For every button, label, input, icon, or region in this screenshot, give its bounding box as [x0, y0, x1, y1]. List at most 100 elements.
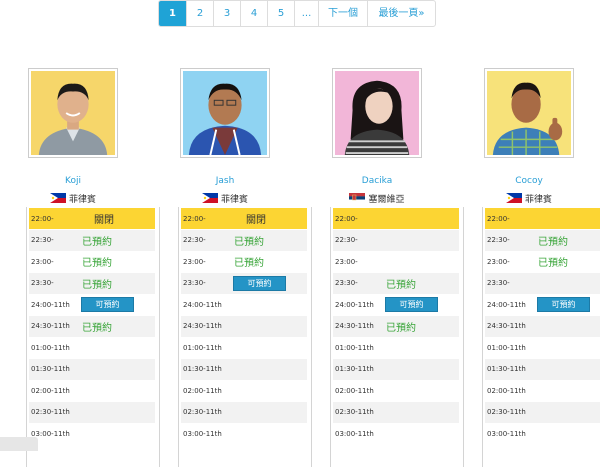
schedule-table: 22:00- 22:30- 23:00- 23:30- 已預約 24:00-11th 可預約… — [330, 207, 464, 467]
slot-time: 24:30-11th — [183, 322, 222, 330]
slot-time: 01:00-11th — [487, 343, 526, 352]
schedule-row: 23:30- 已預約 — [333, 272, 459, 294]
booked-status: 已預約 — [82, 236, 112, 248]
teacher-country: 塞爾維亞 — [330, 192, 424, 205]
page-4-button[interactable]: 4 — [240, 1, 267, 26]
booked-status: 已預約 — [82, 258, 112, 269]
schedule-row: 01:00-11th — [333, 337, 459, 358]
slot-time: 23:30- — [31, 279, 54, 287]
slot-time: 02:00-11th — [183, 386, 222, 395]
schedule-row: 24:30-11th — [485, 315, 600, 337]
booked-status: 已預約 — [82, 322, 112, 334]
slot-time: 23:30- — [183, 279, 206, 287]
teacher-photo-frame[interactable] — [484, 68, 574, 158]
slot-time: 23:00- — [335, 257, 358, 266]
schedule-row: 24:30-11th 已預約 — [29, 315, 155, 337]
schedule-table: 22:00- 22:30- 已預約 23:00- 已預約 23:30- 24:00-11th… — [482, 207, 600, 467]
slot-time: 02:00-11th — [487, 386, 526, 395]
slot-time: 22:30- — [487, 236, 510, 244]
schedule-row: 02:30-11th — [29, 401, 155, 423]
slot-time: 03:00-11th — [487, 429, 526, 438]
teacher-avatar[interactable] — [335, 71, 419, 155]
closed-status: 關閉 — [94, 215, 114, 226]
schedule-row: 23:30- — [485, 272, 600, 294]
teacher-avatar[interactable] — [487, 71, 571, 155]
schedule-row: 02:00-11th — [181, 380, 307, 401]
teacher-name[interactable]: Koji — [26, 176, 120, 186]
schedule-row: 02:00-11th — [485, 380, 600, 401]
slot-time: 24:00-11th — [487, 300, 526, 309]
last-page-button[interactable]: 最後一頁» — [367, 1, 435, 26]
schedule-row: 02:30-11th — [485, 401, 600, 423]
slot-time: 22:30- — [335, 236, 358, 244]
slot-time: 24:30-11th — [487, 322, 526, 330]
schedule-row: 22:30- 已預約 — [29, 229, 155, 251]
slot-time: 24:00-11th — [335, 300, 374, 309]
teacher-avatar[interactable] — [183, 71, 267, 155]
schedule-row: 03:00-11th — [485, 423, 600, 444]
schedule-row: 23:00- — [333, 251, 459, 272]
booked-status: 已預約 — [234, 236, 264, 248]
slot-time: 24:30-11th — [31, 322, 70, 330]
horizontal-scrollbar[interactable] — [0, 437, 38, 451]
schedule-row: 22:00- 關閉 — [29, 208, 155, 229]
page-1-button[interactable]: 1 — [159, 1, 186, 26]
teacher-photo-frame[interactable] — [332, 68, 422, 158]
slot-time: 03:00-11th — [183, 429, 222, 438]
slot-time: 24:30-11th — [335, 322, 374, 330]
philippines-flag-icon — [201, 193, 218, 203]
teacher-country: 菲律賓 — [178, 192, 272, 205]
slot-time: 02:00-11th — [31, 386, 70, 395]
schedule-row: 22:30- — [333, 229, 459, 251]
book-button[interactable]: 可預約 — [385, 297, 438, 312]
teacher-photo-frame[interactable] — [28, 68, 118, 158]
schedule-row: 23:00- 已預約 — [181, 251, 307, 272]
philippines-flag-icon — [49, 193, 66, 203]
schedule-row: 24:00-11th 可預約 — [333, 294, 459, 315]
slot-time: 01:00-11th — [335, 343, 374, 352]
schedule-row: 23:00- 已預約 — [29, 251, 155, 272]
book-button[interactable]: 可預約 — [233, 275, 286, 291]
page-ellipsis: ... — [294, 1, 318, 26]
slot-time: 01:00-11th — [31, 343, 70, 352]
schedule-row: 24:00-11th 可預約 — [29, 294, 155, 315]
country-label: 菲律賓 — [524, 194, 552, 205]
slot-time: 22:30- — [31, 236, 54, 244]
slot-time: 23:00- — [487, 257, 510, 266]
booked-status: 已預約 — [538, 258, 568, 269]
pagination: 1 2 3 4 5 ... 下一個 最後一頁» — [158, 0, 436, 27]
teacher-name[interactable]: Cocoy — [482, 176, 576, 186]
teacher-photo-frame[interactable] — [180, 68, 270, 158]
philippines-flag-icon — [505, 193, 522, 203]
teacher-name[interactable]: Dacika — [330, 176, 424, 186]
schedule-row: 02:00-11th — [29, 380, 155, 401]
page-2-button[interactable]: 2 — [186, 1, 213, 26]
book-button[interactable]: 可預約 — [537, 297, 590, 312]
schedule-row: 24:00-11th 可預約 — [485, 294, 600, 315]
teacher-country: 菲律賓 — [482, 192, 576, 205]
next-page-button[interactable]: 下一個 — [318, 1, 367, 26]
schedule-row: 24:30-11th — [181, 315, 307, 337]
slot-time: 02:30-11th — [31, 408, 70, 416]
slot-time: 02:30-11th — [487, 408, 526, 416]
slot-time: 03:00-11th — [335, 429, 374, 438]
teacher-avatar[interactable] — [31, 71, 115, 155]
schedule-row: 01:30-11th — [333, 358, 459, 380]
schedule-row: 03:00-11th — [29, 423, 155, 444]
slot-time: 22:00- — [183, 214, 206, 223]
country-label: 菲律賓 — [220, 194, 248, 205]
schedule-row: 22:00- — [333, 208, 459, 229]
country-label: 塞爾維亞 — [368, 194, 405, 205]
schedule-row: 01:30-11th — [181, 358, 307, 380]
slot-time: 01:00-11th — [183, 343, 222, 352]
slot-time: 23:00- — [183, 257, 206, 266]
page-3-button[interactable]: 3 — [213, 1, 240, 26]
schedule-row: 03:00-11th — [181, 423, 307, 444]
slot-time: 22:00- — [31, 214, 54, 223]
slot-time: 22:00- — [487, 214, 510, 223]
page-5-button[interactable]: 5 — [267, 1, 294, 26]
serbia-flag-icon — [349, 193, 366, 203]
book-button[interactable]: 可預約 — [81, 297, 134, 312]
teacher-name[interactable]: Jash — [178, 176, 272, 186]
booked-status: 已預約 — [386, 279, 416, 291]
